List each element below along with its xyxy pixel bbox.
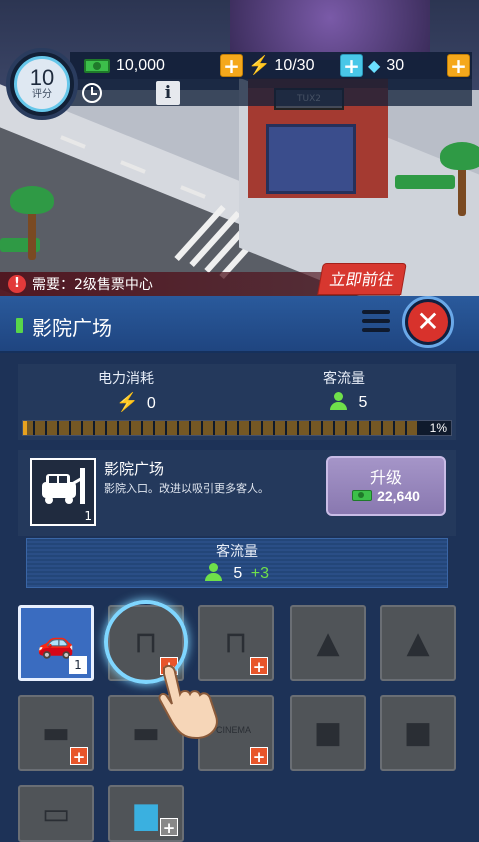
go-now-button[interactable]: 立即前往 bbox=[317, 263, 407, 295]
progress-bar: 1% bbox=[22, 420, 452, 436]
rating-badge[interactable]: 10 评分 bbox=[6, 48, 78, 120]
rating-label: 评分 bbox=[32, 89, 52, 100]
resource-bar: 10,000 + ⚡ 10/30 + ◆ 30 + bbox=[70, 52, 472, 79]
energy-display: ⚡ 10/30 bbox=[248, 52, 314, 79]
flow-label: 客流量 bbox=[216, 544, 258, 560]
awning-icon: ⊓ bbox=[224, 625, 248, 661]
menu-icon[interactable] bbox=[362, 310, 390, 334]
panel-header: 影院广场 ✕ bbox=[0, 296, 479, 353]
cash-display: 10,000 bbox=[84, 52, 165, 79]
upgrade-button[interactable]: 升级 22,640 bbox=[326, 456, 446, 516]
upgrade-label: 升级 bbox=[369, 468, 402, 487]
robot-icon: ■ bbox=[403, 715, 433, 751]
building-description: 影院入口。改进以吸引更多客人。 bbox=[104, 482, 269, 495]
gem-value: 30 bbox=[386, 56, 405, 74]
requirement-text: 需要：2级售票中心 bbox=[32, 277, 153, 293]
person-icon bbox=[204, 563, 222, 581]
building-info-card: 1 影院广场 影院入口。改进以吸引更多客人。 升级 22,640 bbox=[18, 450, 456, 536]
visitors-label: 客流量 bbox=[323, 371, 365, 387]
car-tree-icon: ▲ bbox=[406, 625, 430, 661]
progress-fill bbox=[23, 421, 28, 435]
title-marker bbox=[16, 318, 23, 333]
flow-bonus: +3 bbox=[250, 565, 270, 582]
slot-billboard[interactable]: ▭ bbox=[18, 785, 94, 842]
pointing-hand-icon bbox=[158, 664, 218, 740]
gem-display: ◆ 30 bbox=[368, 52, 404, 79]
building-door bbox=[266, 124, 356, 194]
cash-icon bbox=[352, 490, 373, 501]
tools-bar: i bbox=[70, 79, 472, 106]
flow-value: 5 bbox=[233, 565, 243, 582]
diamond-icon: ◆ bbox=[368, 57, 381, 75]
add-cash-button[interactable]: + bbox=[220, 54, 243, 77]
upgrade-cost: 22,640 bbox=[328, 488, 444, 504]
slot-robot[interactable]: ■ bbox=[290, 695, 366, 771]
slot-car-tree-2[interactable]: ▲ bbox=[380, 605, 456, 681]
car-tree-icon: ▲ bbox=[316, 625, 340, 661]
flow-display: 5 +3 bbox=[27, 563, 447, 583]
robot-icon: ■ bbox=[313, 715, 343, 751]
add-badge-icon: + bbox=[250, 657, 268, 676]
building-thumbnail: 1 bbox=[30, 458, 96, 526]
slot-car-entrance[interactable]: 🚗 1 bbox=[18, 605, 94, 681]
person-icon bbox=[330, 392, 347, 410]
add-badge-icon: + bbox=[70, 747, 88, 766]
close-icon: ✕ bbox=[408, 302, 448, 342]
close-button[interactable]: ✕ bbox=[402, 296, 454, 348]
progress-text: 1% bbox=[429, 421, 447, 435]
slot-robot-2[interactable]: ■ bbox=[380, 695, 456, 771]
parking-icon: ▬ bbox=[41, 715, 71, 751]
upgrade-cost-value: 22,640 bbox=[377, 488, 420, 504]
progress-track-segments bbox=[23, 421, 417, 435]
add-energy-button[interactable]: + bbox=[340, 54, 363, 77]
hedge bbox=[395, 175, 455, 189]
add-badge-icon: + bbox=[250, 747, 268, 766]
stats-section: 电力消耗 ⚡ 0 客流量 5 1% bbox=[18, 364, 456, 440]
cash-icon bbox=[84, 58, 110, 73]
visitors-value: 5 bbox=[358, 394, 368, 411]
warning-icon: ! bbox=[8, 275, 26, 293]
slot-level: 1 bbox=[69, 656, 87, 674]
slot-parking[interactable]: ▬ + bbox=[18, 695, 94, 771]
billboard-icon: ▭ bbox=[41, 796, 71, 831]
power-display: ⚡ 0 bbox=[116, 392, 156, 413]
building-level: 1 bbox=[84, 509, 92, 523]
power-value: 0 bbox=[146, 395, 156, 412]
palm-tree-icon bbox=[440, 142, 479, 170]
slot-car-tree[interactable]: ▲ bbox=[290, 605, 366, 681]
power-bolt-icon: ⚡ bbox=[116, 392, 139, 412]
cash-value: 10,000 bbox=[116, 56, 165, 74]
food-truck-icon: ▆ bbox=[134, 796, 158, 831]
visitors-display: 5 bbox=[330, 392, 367, 412]
add-badge-icon: + bbox=[160, 818, 178, 837]
energy-bolt-icon: ⚡ bbox=[248, 55, 271, 75]
purple-lights bbox=[230, 0, 430, 60]
add-gems-button[interactable]: + bbox=[447, 54, 470, 77]
palm-tree-icon bbox=[10, 186, 54, 214]
rating-value: 10 bbox=[29, 65, 55, 90]
game-world[interactable]: TUX2 bbox=[0, 0, 479, 300]
power-label: 电力消耗 bbox=[98, 371, 154, 387]
building-name: 影院广场 bbox=[104, 460, 165, 478]
energy-value: 10/30 bbox=[274, 56, 315, 74]
info-button[interactable]: i bbox=[156, 81, 180, 105]
slot-food-truck[interactable]: ▆ + bbox=[108, 785, 184, 842]
panel-title: 影院广场 bbox=[32, 316, 112, 340]
rating-circle: 10 评分 bbox=[14, 56, 70, 112]
visitor-flow-card: 客流量 5 +3 bbox=[26, 538, 448, 588]
alarm-clock-icon[interactable] bbox=[82, 83, 102, 103]
